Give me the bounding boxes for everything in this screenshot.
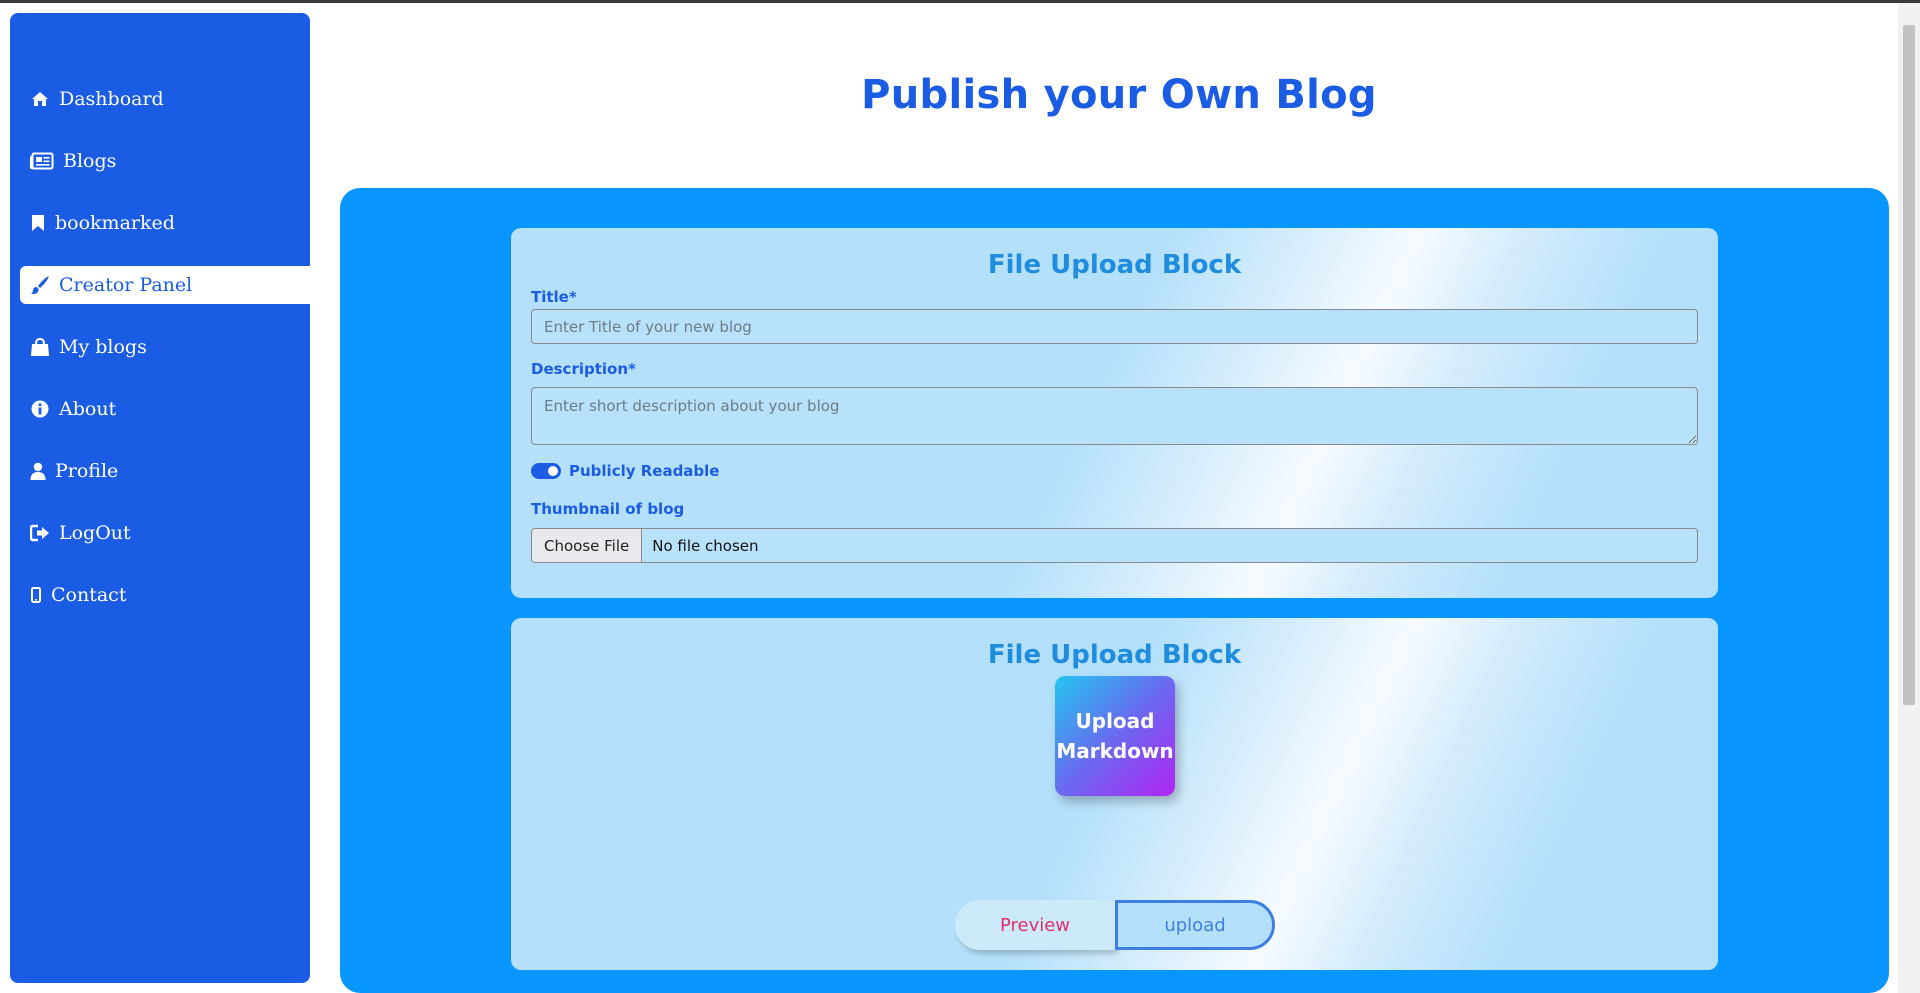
sidebar-item-creator-panel[interactable]: Creator Panel xyxy=(20,266,310,304)
upload-tile-line1: Upload xyxy=(1075,709,1155,733)
sidebar-item-label: Contact xyxy=(51,584,127,606)
action-buttons: Preview upload xyxy=(955,900,1275,950)
sidebar-item-blogs[interactable]: Blogs xyxy=(20,142,310,180)
sidebar: Dashboard Blogs bookmarked Creator Panel… xyxy=(10,13,310,983)
description-label: Description* xyxy=(531,360,636,378)
thumbnail-file-input[interactable]: Choose File No file chosen xyxy=(531,528,1698,563)
newspaper-icon xyxy=(30,151,54,171)
file-upload-block-markdown: File Upload Block Upload Markdown Previe… xyxy=(511,618,1718,970)
sidebar-item-label: bookmarked xyxy=(55,212,175,234)
sidebar-item-label: LogOut xyxy=(59,522,131,544)
mobile-phone-icon xyxy=(30,585,42,605)
sidebar-item-label: My blogs xyxy=(59,336,147,358)
shopping-bag-icon xyxy=(30,337,50,357)
thumbnail-label: Thumbnail of blog xyxy=(531,500,685,518)
sidebar-item-label: Blogs xyxy=(63,150,117,172)
sidebar-nav: Dashboard Blogs bookmarked Creator Panel… xyxy=(20,80,310,638)
page-title: Publish your Own Blog xyxy=(861,72,1377,118)
upload-tile-line2: Markdown xyxy=(1056,739,1174,763)
title-input[interactable] xyxy=(531,309,1698,344)
sidebar-item-label: Dashboard xyxy=(59,88,164,110)
creator-panel: File Upload Block Title* Description* Pu… xyxy=(340,188,1889,993)
upload-button[interactable]: upload xyxy=(1115,900,1275,950)
toggle-knob xyxy=(548,466,558,476)
sidebar-item-logout[interactable]: LogOut xyxy=(20,514,310,552)
sidebar-item-about[interactable]: About xyxy=(20,390,310,428)
choose-file-button[interactable]: Choose File xyxy=(532,529,643,562)
sidebar-item-bookmarked[interactable]: bookmarked xyxy=(20,204,310,242)
sidebar-item-label: Profile xyxy=(55,460,119,482)
public-toggle-row: Publicly Readable xyxy=(531,462,719,480)
vertical-scrollbar[interactable] xyxy=(1898,3,1920,993)
sidebar-item-my-blogs[interactable]: My blogs xyxy=(20,328,310,366)
home-icon xyxy=(30,89,50,109)
paintbrush-icon xyxy=(30,275,50,295)
sidebar-item-dashboard[interactable]: Dashboard xyxy=(20,80,310,118)
preview-button[interactable]: Preview xyxy=(955,900,1115,950)
sidebar-item-label: About xyxy=(59,398,117,420)
window-top-border xyxy=(0,0,1920,3)
title-label: Title* xyxy=(531,288,577,306)
sidebar-item-contact[interactable]: Contact xyxy=(20,576,310,614)
card-title: File Upload Block xyxy=(987,250,1242,280)
card-title: File Upload Block xyxy=(987,640,1242,670)
file-status: No file chosen xyxy=(652,536,759,555)
sidebar-item-label: Creator Panel xyxy=(59,274,193,296)
info-circle-icon xyxy=(30,399,50,419)
bookmark-icon xyxy=(30,213,46,233)
description-textarea[interactable] xyxy=(531,387,1698,445)
file-upload-block-details: File Upload Block Title* Description* Pu… xyxy=(511,228,1718,598)
toggle-label: Publicly Readable xyxy=(569,462,720,480)
publicly-readable-toggle[interactable] xyxy=(531,463,561,479)
sign-out-icon xyxy=(30,523,50,543)
upload-markdown-button[interactable]: Upload Markdown xyxy=(1055,676,1175,796)
scrollbar-thumb[interactable] xyxy=(1903,25,1915,705)
user-icon xyxy=(30,461,46,481)
sidebar-item-profile[interactable]: Profile xyxy=(20,452,310,490)
